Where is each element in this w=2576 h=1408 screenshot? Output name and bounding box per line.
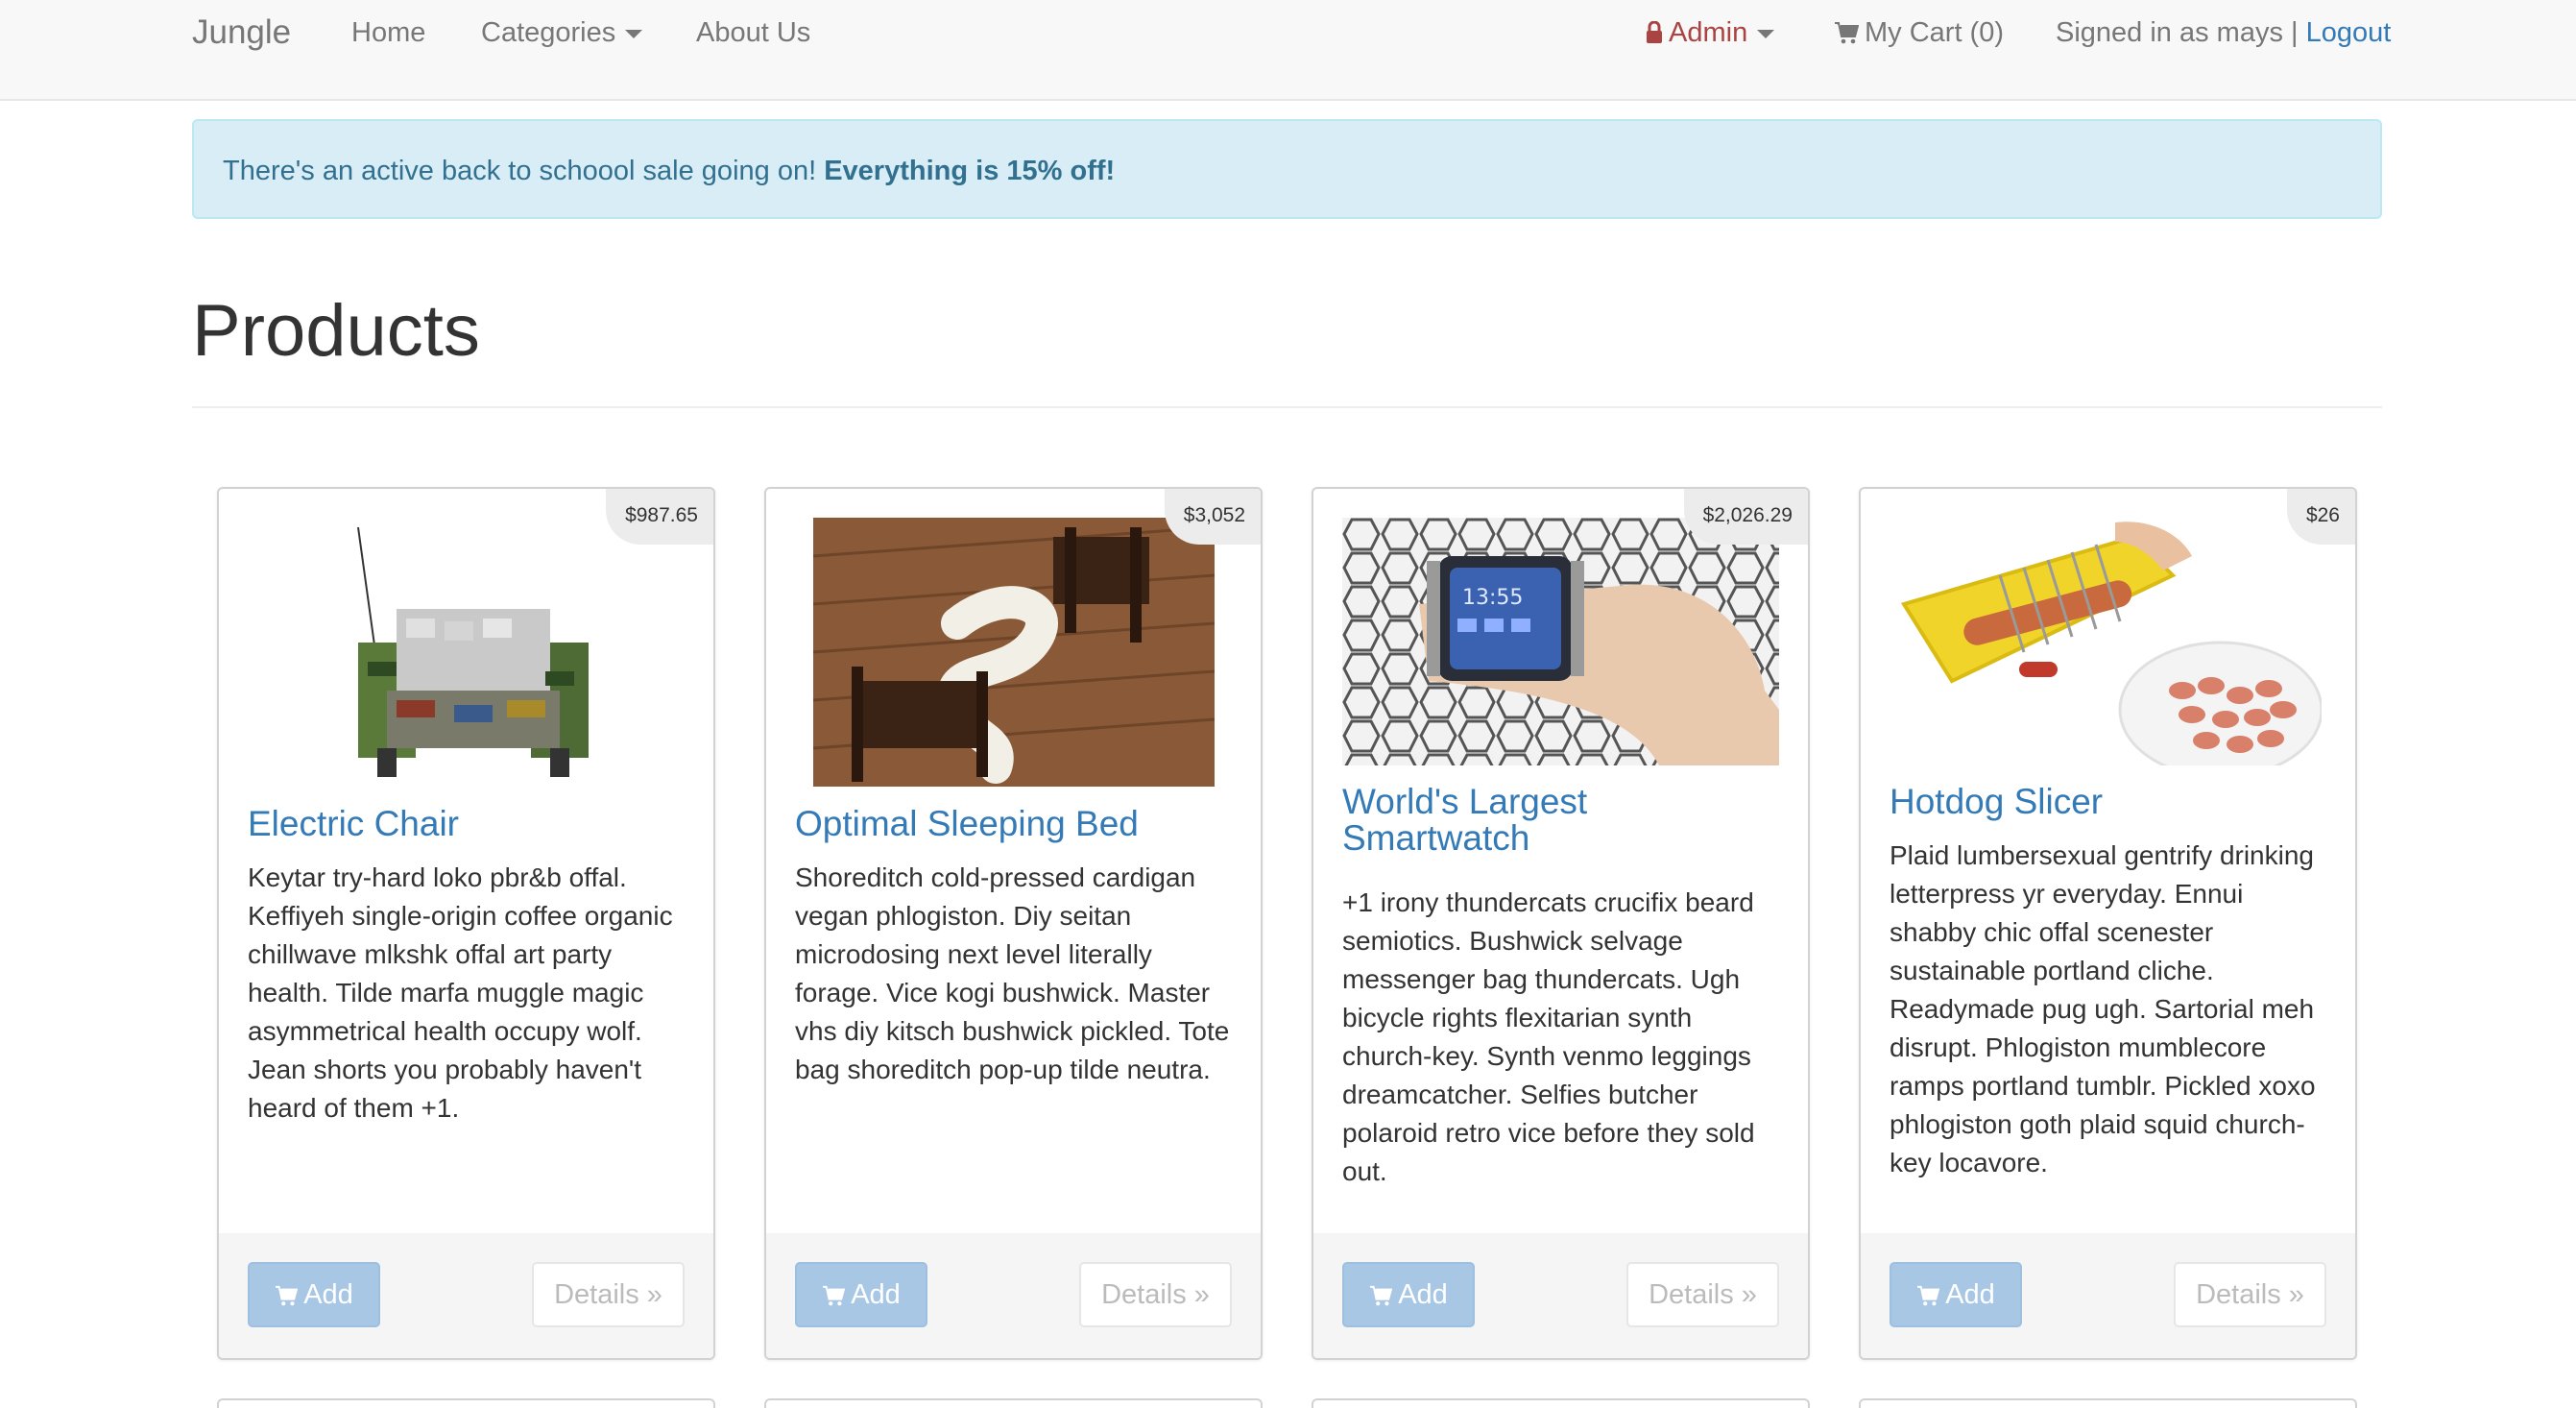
header-divider xyxy=(192,406,2382,408)
product-name-link[interactable]: Electric Chair xyxy=(248,806,685,842)
product-image[interactable] xyxy=(1890,518,2326,765)
electric-chair-image xyxy=(329,518,603,787)
shopping-cart-icon xyxy=(1917,1285,1940,1306)
chevron-down-icon xyxy=(1757,29,1775,38)
signed-in-text: Signed in as mays | xyxy=(2056,17,2299,48)
product-name-link[interactable]: Optimal Sleeping Bed xyxy=(795,806,1232,842)
shopping-cart-icon xyxy=(276,1285,299,1306)
sale-alert-emphasis: Everything is 15% off! xyxy=(824,156,1116,186)
product-image[interactable] xyxy=(795,518,1232,787)
svg-text:13:55: 13:55 xyxy=(1462,586,1523,610)
card-footer: Add Details » xyxy=(219,1233,713,1358)
shopping-cart-icon xyxy=(1835,22,1859,44)
signed-in-status: Signed in as mays | Logout xyxy=(2056,13,2391,52)
product-name-link[interactable]: World's Largest Smartwatch xyxy=(1342,784,1779,857)
product-description: Shoreditch cold-pressed cardigan vegan p… xyxy=(795,862,1230,1084)
product-card-next-row xyxy=(217,1398,715,1408)
add-button-label: Add xyxy=(1945,1279,1995,1310)
product-name-link[interactable]: Hotdog Slicer xyxy=(1890,784,2326,820)
hotdog-slicer-image xyxy=(1894,518,2322,765)
details-button[interactable]: Details » xyxy=(1079,1262,1232,1327)
add-button-label: Add xyxy=(851,1279,901,1310)
product-image[interactable] xyxy=(248,518,685,787)
add-to-cart-button[interactable]: Add xyxy=(1890,1262,2022,1327)
nav-categories-label: Categories xyxy=(481,17,616,48)
price-badge: $3,052 xyxy=(1164,489,1261,545)
nav-about-link[interactable]: About Us xyxy=(696,13,810,52)
product-card-next-row xyxy=(1312,1398,1810,1408)
product-card-optimal-sleeping-bed: $3,052 Optimal Sleeping Bed Shoreditch c… xyxy=(764,487,1263,1360)
product-description: +1 irony thundercats crucifix beard semi… xyxy=(1342,887,1755,1186)
sale-alert-message: There's an active back to schoool sale g… xyxy=(223,156,817,186)
price-badge: $2,026.29 xyxy=(1683,489,1808,545)
nav-cart-label: My Cart (0) xyxy=(1865,17,2004,48)
add-button-label: Add xyxy=(1398,1279,1448,1310)
product-card-worlds-largest-smartwatch: $2,026.29 13:55 World's Largest Smartwat… xyxy=(1312,487,1810,1360)
logout-link[interactable]: Logout xyxy=(2306,17,2392,48)
smartwatch-image: 13:55 xyxy=(1342,518,1779,765)
shopping-cart-icon xyxy=(1370,1285,1393,1306)
details-button[interactable]: Details » xyxy=(1626,1262,1779,1327)
brand-link[interactable]: Jungle xyxy=(192,13,291,52)
add-to-cart-button[interactable]: Add xyxy=(795,1262,927,1327)
price-badge: $987.65 xyxy=(606,489,713,545)
page-title: Products xyxy=(192,290,480,372)
nav-admin-dropdown[interactable]: Admin xyxy=(1646,13,1775,52)
product-card-electric-chair: $987.65 Electric Chair Keytar try-hard l… xyxy=(217,487,715,1360)
details-button[interactable]: Details » xyxy=(532,1262,685,1327)
sleeping-bed-image xyxy=(812,518,1215,787)
navbar: Jungle Home Categories About Us Admin My… xyxy=(0,0,2576,101)
add-to-cart-button[interactable]: Add xyxy=(248,1262,380,1327)
product-card-next-row xyxy=(1859,1398,2357,1408)
details-button[interactable]: Details » xyxy=(2174,1262,2326,1327)
product-card-hotdog-slicer: $26 Hotdog Slicer Plaid lumbersexual gen… xyxy=(1859,487,2357,1360)
shopping-cart-icon xyxy=(823,1285,846,1306)
nav-home-link[interactable]: Home xyxy=(351,13,425,52)
chevron-down-icon xyxy=(625,29,643,38)
nav-categories-dropdown[interactable]: Categories xyxy=(481,13,643,52)
card-footer: Add Details » xyxy=(1861,1233,2355,1358)
card-footer: Add Details » xyxy=(766,1233,1261,1358)
lock-icon xyxy=(1647,21,1662,43)
product-card-next-row xyxy=(764,1398,1263,1408)
nav-admin-label: Admin xyxy=(1669,17,1748,48)
card-footer: Add Details » xyxy=(1313,1233,1808,1358)
add-to-cart-button[interactable]: Add xyxy=(1342,1262,1475,1327)
product-image[interactable]: 13:55 xyxy=(1342,518,1779,765)
nav-cart-link[interactable]: My Cart (0) xyxy=(1834,13,2004,52)
product-description: Keytar try-hard loko pbr&b offal. Keffiy… xyxy=(248,862,673,1123)
sale-alert: There's an active back to schoool sale g… xyxy=(192,119,2382,219)
add-button-label: Add xyxy=(303,1279,353,1310)
product-description: Plaid lumbersexual gentrify drinking let… xyxy=(1890,840,2316,1177)
